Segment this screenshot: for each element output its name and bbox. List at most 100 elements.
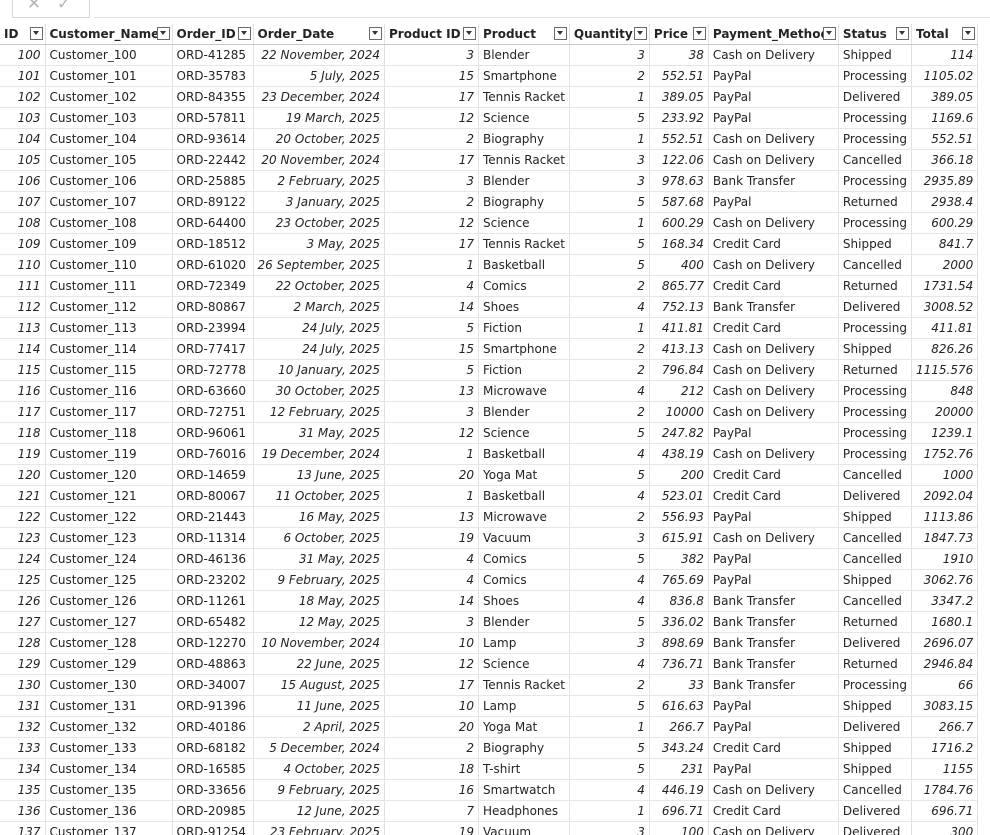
cell-status[interactable]: Processing [838,317,912,339]
cell-payment-method[interactable]: Cash on Delivery [708,338,839,360]
cell-customer-name[interactable]: Customer_135 [45,779,173,801]
cell-payment-method[interactable]: PayPal [708,191,839,213]
cell-order-id[interactable]: ORD-72751 [172,401,254,423]
table-row[interactable]: 105 Customer_105 ORD-22442 20 November, 202… [0,149,979,171]
cell-order-id[interactable]: ORD-16585 [172,758,254,780]
cell-product-id[interactable]: 17 [384,674,479,696]
cell-product[interactable]: Smartphone [478,65,570,87]
cell-price[interactable]: 615.91 [649,527,709,549]
cell-id[interactable]: 102 [0,86,46,108]
cell-customer-name[interactable]: Customer_102 [45,86,173,108]
cell-id[interactable]: 101 [0,65,46,87]
cell-quantity[interactable]: 4 [569,485,650,507]
filter-dropdown-icon[interactable] [553,27,567,40]
cell-product[interactable]: Yoga Mat [478,464,570,486]
cell-quantity[interactable]: 5 [569,254,650,276]
cell-id[interactable]: 105 [0,149,46,171]
cell-quantity[interactable]: 1 [569,800,650,822]
cell-customer-name[interactable]: Customer_111 [45,275,173,297]
cell-order-date[interactable]: 3 May, 2025 [253,233,385,255]
cell-order-id[interactable]: ORD-48863 [172,653,254,675]
cell-total[interactable]: 600.29 [911,212,979,234]
cell-total[interactable]: 1113.86 [911,506,979,528]
cell-payment-method[interactable]: Bank Transfer [708,296,839,318]
cell-customer-name[interactable]: Customer_114 [45,338,173,360]
column-header-customer-name[interactable]: Customer_Name [45,24,173,45]
cell-total[interactable]: 1716.2 [911,737,979,759]
table-row[interactable]: 118 Customer_118 ORD-96061 31 May, 2025 12 Sc… [0,422,979,444]
cell-id[interactable]: 123 [0,527,46,549]
cell-order-date[interactable]: 20 November, 2024 [253,149,385,171]
table-row[interactable]: 126 Customer_126 ORD-11261 18 May, 2025 14 Sh… [0,590,979,612]
cell-order-date[interactable]: 10 January, 2025 [253,359,385,381]
cell-price[interactable]: 382 [649,548,709,570]
table-row[interactable]: 137 Customer_137 ORD-91254 23 February, 202… [0,821,979,835]
cell-quantity[interactable]: 3 [569,527,650,549]
cell-status[interactable]: Cancelled [838,779,912,801]
cell-order-date[interactable]: 4 October, 2025 [253,758,385,780]
cell-product-id[interactable]: 12 [384,653,479,675]
cell-status[interactable]: Processing [838,401,912,423]
cell-id[interactable]: 128 [0,632,46,654]
cell-product-id[interactable]: 16 [384,779,479,801]
cell-order-id[interactable]: ORD-14659 [172,464,254,486]
cell-quantity[interactable]: 3 [569,149,650,171]
cell-product-id[interactable]: 18 [384,758,479,780]
cell-product-id[interactable]: 14 [384,296,479,318]
filter-dropdown-icon[interactable] [462,27,476,40]
cell-order-id[interactable]: ORD-80867 [172,296,254,318]
cell-id[interactable]: 125 [0,569,46,591]
cell-order-id[interactable]: ORD-89122 [172,191,254,213]
cell-id[interactable]: 127 [0,611,46,633]
cell-status[interactable]: Returned [838,653,912,675]
cell-customer-name[interactable]: Customer_105 [45,149,173,171]
cell-product-id[interactable]: 13 [384,506,479,528]
cell-total[interactable]: 114 [911,44,979,66]
cell-order-id[interactable]: ORD-91254 [172,821,254,835]
table-row[interactable]: 110 Customer_110 ORD-61020 26 September, 20… [0,254,979,276]
cell-order-date[interactable]: 22 October, 2025 [253,275,385,297]
cell-product[interactable]: Vacuum [478,821,570,835]
filter-dropdown-icon[interactable] [822,27,836,40]
table-row[interactable]: 135 Customer_135 ORD-33656 9 February, 2025… [0,779,979,801]
cell-customer-name[interactable]: Customer_115 [45,359,173,381]
cell-payment-method[interactable]: PayPal [708,548,839,570]
cell-status[interactable]: Returned [838,191,912,213]
table-row[interactable]: 107 Customer_107 ORD-89122 3 January, 2025 2… [0,191,979,213]
cell-quantity[interactable]: 5 [569,695,650,717]
cell-order-date[interactable]: 2 February, 2025 [253,170,385,192]
table-row[interactable]: 124 Customer_124 ORD-46136 31 May, 2025 4 Com… [0,548,979,570]
cell-total[interactable]: 1731.54 [911,275,979,297]
cell-status[interactable]: Returned [838,359,912,381]
cell-order-date[interactable]: 15 August, 2025 [253,674,385,696]
cell-total[interactable]: 2938.4 [911,191,979,213]
cell-price[interactable]: 266.7 [649,716,709,738]
cell-price[interactable]: 552.51 [649,128,709,150]
cell-order-date[interactable]: 5 December, 2024 [253,737,385,759]
cell-status[interactable]: Processing [838,107,912,129]
cell-order-id[interactable]: ORD-72349 [172,275,254,297]
cell-id[interactable]: 131 [0,695,46,717]
filter-dropdown-icon[interactable] [692,27,706,40]
cell-order-date[interactable]: 31 May, 2025 [253,422,385,444]
cell-price[interactable]: 696.71 [649,800,709,822]
cell-product[interactable]: Yoga Mat [478,716,570,738]
cell-total[interactable]: 3347.2 [911,590,979,612]
table-row[interactable]: 111 Customer_111 ORD-72349 22 October, 2025… [0,275,979,297]
cell-product[interactable]: Vacuum [478,527,570,549]
cell-customer-name[interactable]: Customer_101 [45,65,173,87]
cell-order-date[interactable]: 12 May, 2025 [253,611,385,633]
filter-dropdown-icon[interactable] [368,27,382,40]
cell-order-date[interactable]: 16 May, 2025 [253,506,385,528]
cell-payment-method[interactable]: Credit Card [708,464,839,486]
cell-quantity[interactable]: 3 [569,170,650,192]
cell-total[interactable]: 1910 [911,548,979,570]
cell-id[interactable]: 116 [0,380,46,402]
cancel-edit-icon[interactable]: ✕ [25,0,43,13]
table-row[interactable]: 104 Customer_104 ORD-93614 20 October, 2025… [0,128,979,150]
cell-product-id[interactable]: 4 [384,548,479,570]
cell-order-id[interactable]: ORD-12270 [172,632,254,654]
cell-quantity[interactable]: 5 [569,422,650,444]
cell-quantity[interactable]: 4 [569,779,650,801]
cell-customer-name[interactable]: Customer_133 [45,737,173,759]
